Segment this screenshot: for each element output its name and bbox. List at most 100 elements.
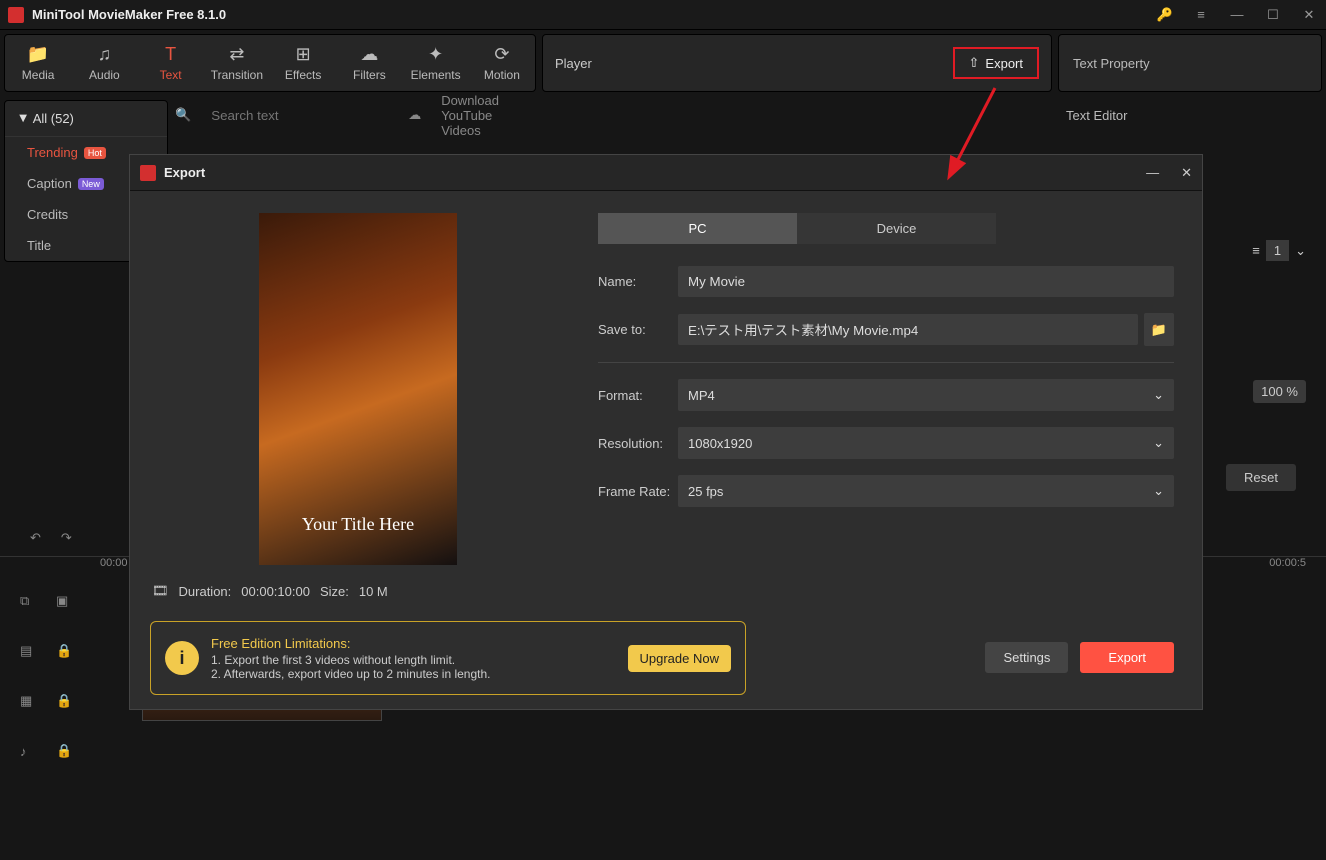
zoom-value: 100 % bbox=[1253, 380, 1306, 403]
framerate-select[interactable]: 25 fps⌄ bbox=[678, 475, 1174, 507]
maximize-icon[interactable]: ☐ bbox=[1264, 6, 1282, 24]
text-property-panel: Text Property bbox=[1058, 34, 1322, 92]
tab-audio[interactable]: ♫Audio bbox=[71, 35, 137, 91]
audio-track: ♪ 🔒 bbox=[0, 726, 1326, 776]
download-videos-link[interactable]: Download YouTube Videos bbox=[441, 93, 535, 138]
redo-icon[interactable]: ↷ bbox=[61, 530, 72, 546]
minimize-icon[interactable]: — bbox=[1228, 6, 1246, 24]
chevron-down-icon: ⌄ bbox=[1153, 387, 1164, 403]
resolution-select[interactable]: 1080x1920⌄ bbox=[678, 427, 1174, 459]
size-label: Size: bbox=[320, 584, 349, 599]
toolbar-row: 📁Media ♫Audio TText ⇄Transition ⊞Effects… bbox=[0, 30, 1326, 96]
upgrade-button[interactable]: Upgrade Now bbox=[628, 645, 732, 672]
format-select[interactable]: MP4⌄ bbox=[678, 379, 1174, 411]
spin-value[interactable]: 1 bbox=[1266, 240, 1289, 261]
save-label: Save to: bbox=[598, 322, 678, 337]
browse-button[interactable]: 📁 bbox=[1144, 313, 1174, 346]
export-info: 🎞 Duration: 00:00:10:00 Size: 10 M bbox=[152, 583, 388, 599]
tab-media[interactable]: 📁Media bbox=[5, 35, 71, 91]
tab-motion[interactable]: ⟳Motion bbox=[469, 35, 535, 91]
size-value: 10 M bbox=[359, 584, 388, 599]
tool-tabs: 📁Media ♫Audio TText ⇄Transition ⊞Effects… bbox=[4, 34, 536, 92]
duration-value: 00:00:10:00 bbox=[241, 584, 310, 599]
framerate-label: Frame Rate: bbox=[598, 484, 678, 499]
save-input[interactable] bbox=[678, 314, 1138, 345]
player-panel: Player ⇧ Export bbox=[542, 34, 1052, 92]
key-icon[interactable]: 🔑 bbox=[1156, 6, 1174, 24]
export-label: Export bbox=[985, 56, 1023, 71]
tab-effects[interactable]: ⊞Effects bbox=[270, 35, 336, 91]
format-label: Format: bbox=[598, 388, 678, 403]
tab-elements[interactable]: ✦Elements bbox=[403, 35, 469, 91]
lock-icon[interactable]: 🔒 bbox=[56, 743, 72, 759]
close-icon[interactable]: ✕ bbox=[1300, 6, 1318, 24]
tab-text[interactable]: TText bbox=[138, 35, 204, 91]
export-modal: Export — ✕ Your Title Here PC Device Nam… bbox=[129, 154, 1203, 710]
export-button[interactable]: ⇧ Export bbox=[953, 47, 1039, 79]
duration-label: Duration: bbox=[179, 584, 232, 599]
folder-icon: 📁 bbox=[27, 44, 49, 65]
paste-icon[interactable]: ▣ bbox=[56, 593, 72, 609]
video-track-icon: ▦ bbox=[20, 693, 36, 709]
menu-icon[interactable]: ≡ bbox=[1192, 6, 1210, 24]
chevron-down-icon: ⌄ bbox=[1295, 243, 1306, 259]
audio-track-icon: ♪ bbox=[20, 744, 36, 759]
limit-line-1: 1. Export the first 3 videos without len… bbox=[211, 653, 491, 667]
effects-icon: ⊞ bbox=[296, 44, 311, 65]
modal-title: Export bbox=[164, 165, 205, 180]
limit-line-2: 2. Afterwards, export video up to 2 minu… bbox=[211, 667, 491, 681]
undo-icon[interactable]: ↶ bbox=[30, 530, 41, 546]
close-icon[interactable]: ✕ bbox=[1181, 165, 1192, 181]
preview: Your Title Here bbox=[158, 213, 558, 565]
tab-filters[interactable]: ☁Filters bbox=[336, 35, 402, 91]
text-property-label: Text Property bbox=[1073, 56, 1150, 71]
search-input[interactable] bbox=[211, 108, 388, 123]
player-label: Player bbox=[555, 56, 592, 71]
chevron-down-icon: ⌄ bbox=[1153, 435, 1164, 451]
minimize-icon[interactable]: — bbox=[1146, 165, 1159, 181]
sidebar-all[interactable]: ▶ All (52) bbox=[5, 101, 167, 137]
tab-transition[interactable]: ⇄Transition bbox=[204, 35, 270, 91]
search-icon: 🔍 bbox=[175, 107, 191, 123]
info-icon: i bbox=[165, 641, 199, 675]
preview-title: Your Title Here bbox=[302, 514, 414, 535]
output-tab-switch: PC Device bbox=[598, 213, 996, 244]
export-final-button[interactable]: Export bbox=[1080, 642, 1174, 673]
chevron-down-icon: ▶ bbox=[17, 115, 28, 123]
limitations-box: i Free Edition Limitations: 1. Export th… bbox=[150, 621, 746, 695]
content-header: 🔍 ☁ Download YouTube Videos bbox=[175, 100, 535, 130]
limit-title: Free Edition Limitations: bbox=[211, 636, 491, 651]
text-track-icon: ▤ bbox=[20, 643, 36, 659]
titlebar: MiniTool MovieMaker Free 8.1.0 🔑 ≡ — ☐ ✕ bbox=[0, 0, 1326, 30]
folder-icon: 📁 bbox=[1151, 322, 1167, 338]
film-icon: 🎞 bbox=[152, 583, 169, 599]
app-icon bbox=[8, 7, 24, 23]
music-icon: ♫ bbox=[98, 44, 112, 65]
tab-pc[interactable]: PC bbox=[598, 213, 797, 244]
export-form: PC Device Name: Save to: 📁 Format: MP4⌄ … bbox=[598, 213, 1174, 565]
app-title: MiniTool MovieMaker Free 8.1.0 bbox=[32, 7, 226, 22]
tab-device[interactable]: Device bbox=[797, 213, 996, 244]
resolution-label: Resolution: bbox=[598, 436, 678, 451]
list-icon: ≡ bbox=[1252, 243, 1260, 258]
badge-new: New bbox=[78, 178, 104, 190]
text-icon: T bbox=[165, 44, 176, 65]
reset-button[interactable]: Reset bbox=[1226, 464, 1296, 491]
app-icon bbox=[140, 165, 156, 181]
chevron-down-icon: ⌄ bbox=[1153, 483, 1164, 499]
preview-frame: Your Title Here bbox=[259, 213, 457, 565]
cloud-icon: ☁ bbox=[408, 107, 421, 123]
text-editor-label: Text Editor bbox=[1066, 108, 1286, 123]
lock-icon[interactable]: 🔒 bbox=[56, 693, 72, 709]
motion-icon: ⟳ bbox=[494, 44, 509, 65]
transition-icon: ⇄ bbox=[229, 44, 244, 65]
modal-titlebar: Export — ✕ bbox=[130, 155, 1202, 191]
elements-icon: ✦ bbox=[428, 44, 443, 65]
settings-button[interactable]: Settings bbox=[985, 642, 1068, 673]
filters-icon: ☁ bbox=[360, 44, 378, 65]
badge-hot: Hot bbox=[84, 147, 106, 159]
name-input[interactable] bbox=[678, 266, 1174, 297]
copy-icon[interactable]: ⧉ bbox=[20, 593, 36, 609]
lock-icon[interactable]: 🔒 bbox=[56, 643, 72, 659]
upload-icon: ⇧ bbox=[969, 55, 980, 71]
